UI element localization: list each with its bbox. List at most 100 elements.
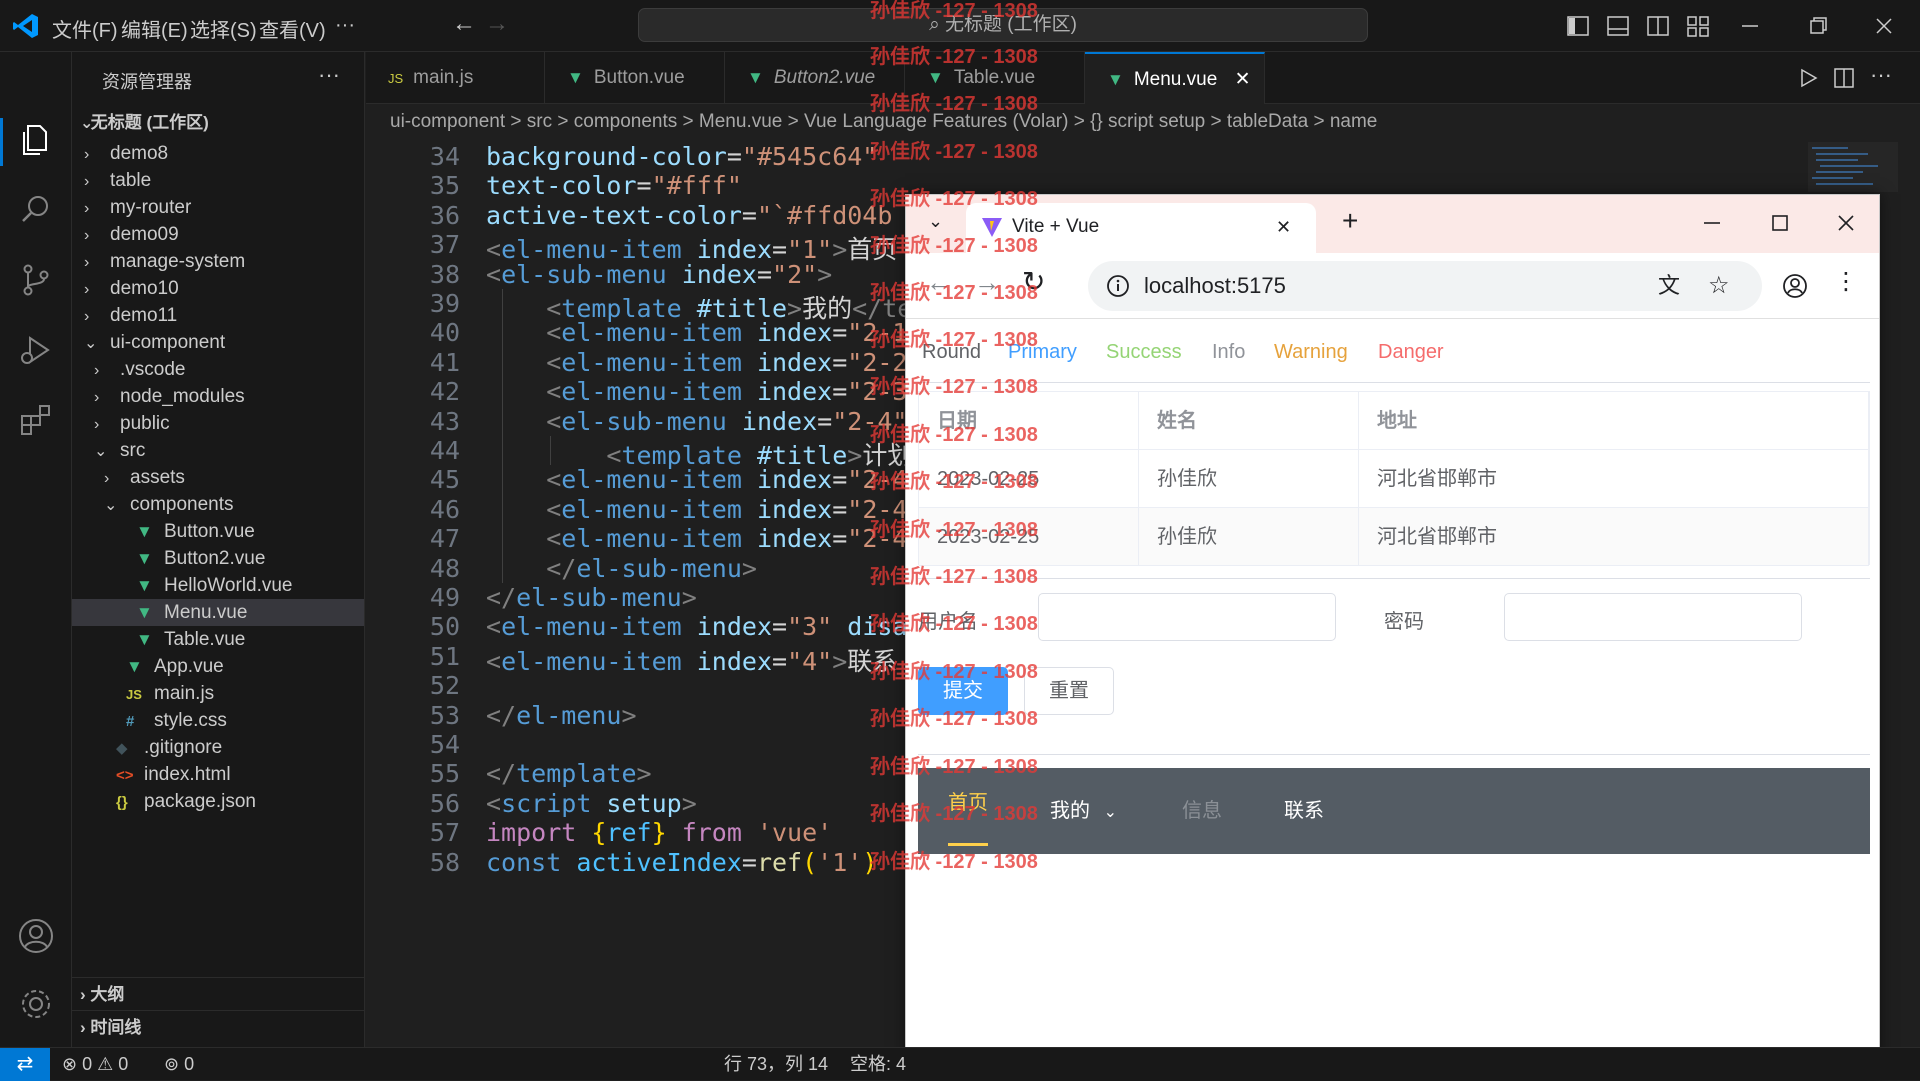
tab-main-js[interactable]: JS main.js	[366, 52, 545, 104]
tree-folder[interactable]: ⌄ src	[72, 437, 364, 464]
tree-folder[interactable]: ⌄ components	[72, 491, 364, 518]
forward-arrow-icon[interactable]: →	[485, 10, 509, 38]
code-line[interactable]: </el-sub-menu>	[486, 554, 757, 583]
workspace-header[interactable]: ⌄ 无标题 (工作区)	[72, 106, 364, 139]
username-input[interactable]	[1038, 593, 1336, 641]
remote-indicator-icon[interactable]: ⇄	[0, 1048, 50, 1081]
warning-button[interactable]: Warning	[1274, 341, 1348, 364]
code-line[interactable]: <el-menu-item index="2-2	[486, 348, 906, 377]
ports-indicator[interactable]: ⊚ 0	[164, 1048, 194, 1080]
tree-folder[interactable]: › public	[72, 410, 364, 437]
outline-section[interactable]: › 大纲	[72, 977, 364, 1010]
translate-icon[interactable]: 文	[1658, 261, 1680, 311]
tree-file[interactable]: ▼ App.vue	[72, 653, 364, 680]
close-tab-icon[interactable]: ✕	[1235, 69, 1251, 90]
tree-folder[interactable]: › node_modules	[72, 383, 364, 410]
bookmark-star-icon[interactable]: ☆	[1708, 261, 1730, 311]
code-line[interactable]: text-color="#fff"	[486, 171, 742, 200]
tree-folder[interactable]: › manage-system	[72, 248, 364, 275]
customize-layout-icon[interactable]	[1686, 14, 1710, 38]
tree-folder[interactable]: › demo10	[72, 275, 364, 302]
menu-selection[interactable]: 选择(S)	[190, 14, 257, 43]
menu-edit[interactable]: 编辑(E)	[121, 14, 188, 43]
menu-file[interactable]: 文件(F)	[52, 14, 118, 43]
danger-button[interactable]: Danger	[1378, 341, 1444, 364]
code-line[interactable]: <el-menu-item index="2-4	[486, 465, 906, 494]
menu-item-mine[interactable]: 我的 ⌄	[1050, 768, 1117, 854]
code-line[interactable]: </el-menu>	[486, 701, 637, 730]
site-info-icon[interactable]	[1106, 274, 1130, 298]
cursor-position[interactable]: 行 73，列 14	[724, 1048, 828, 1080]
tree-file[interactable]: <> index.html	[72, 761, 364, 788]
tab-button-vue[interactable]: ▼ Button.vue	[545, 52, 725, 104]
new-tab-plus-icon[interactable]: +	[1342, 205, 1358, 237]
success-button[interactable]: Success	[1106, 341, 1182, 364]
account-icon[interactable]	[16, 916, 56, 956]
tree-folder[interactable]: › my-router	[72, 194, 364, 221]
profile-icon[interactable]	[1782, 273, 1808, 299]
tree-folder[interactable]: › demo11	[72, 302, 364, 329]
run-icon[interactable]	[1796, 66, 1820, 90]
tree-file[interactable]: # style.css	[72, 707, 364, 734]
menu-more[interactable]: ···	[335, 14, 355, 37]
menu-view[interactable]: 查看(V)	[259, 14, 326, 43]
problems-indicator[interactable]: ⊗ 0 ⚠ 0	[62, 1048, 128, 1080]
tree-folder[interactable]: › demo8	[72, 140, 364, 167]
tree-file[interactable]: JS main.js	[72, 680, 364, 707]
code-line[interactable]: <script setup>	[486, 789, 697, 818]
extensions-icon[interactable]	[16, 400, 56, 440]
search-icon[interactable]	[16, 190, 56, 230]
tree-file[interactable]: ▼ Button2.vue	[72, 545, 364, 572]
code-line[interactable]: background-color="#545c64"	[486, 142, 877, 171]
toggle-secondary-sidebar-icon[interactable]	[1646, 14, 1670, 38]
explorer-icon[interactable]	[16, 120, 56, 160]
timeline-section[interactable]: › 时间线	[72, 1010, 364, 1043]
code-line[interactable]: <el-sub-menu index="2-4"	[486, 407, 906, 436]
indentation[interactable]: 空格: 4	[850, 1048, 906, 1080]
menu-item-contact[interactable]: 联系	[1284, 768, 1324, 854]
address-bar[interactable]: localhost:5175 文 ☆	[1088, 261, 1762, 311]
back-arrow-icon[interactable]: ←	[452, 10, 476, 38]
toggle-panel-icon[interactable]	[1606, 14, 1630, 38]
tree-file[interactable]: ▼ Table.vue	[72, 626, 364, 653]
code-line[interactable]: <el-menu-item index="2-1	[486, 318, 906, 347]
code-editor[interactable]: 34 background-color="#545c64" 35 text-color…	[366, 142, 906, 1047]
more-actions-icon[interactable]: ···	[1870, 62, 1892, 88]
code-line[interactable]: </template>	[486, 759, 652, 788]
browser-maximize-icon[interactable]	[1770, 213, 1790, 233]
browser-close-icon[interactable]	[1836, 213, 1856, 233]
code-line[interactable]: const activeIndex=ref('1')	[486, 848, 877, 877]
minimize-icon[interactable]	[1738, 14, 1762, 38]
tree-file[interactable]: ▼ Menu.vue	[72, 599, 364, 626]
code-line[interactable]: <el-menu-item index="3" disa	[486, 612, 906, 641]
tree-file[interactable]: ◆ .gitignore	[72, 734, 364, 761]
tree-file[interactable]: ▼ HelloWorld.vue	[72, 572, 364, 599]
close-window-icon[interactable]	[1872, 14, 1896, 38]
code-line[interactable]: active-text-color="`#ffd04b	[486, 201, 892, 230]
run-debug-icon[interactable]	[16, 330, 56, 370]
toggle-primary-sidebar-icon[interactable]	[1566, 14, 1590, 38]
tree-file[interactable]: ▼ Button.vue	[72, 518, 364, 545]
code-line[interactable]: <el-menu-item index="2-4	[486, 524, 906, 553]
tree-file[interactable]: {} package.json	[72, 788, 364, 815]
settings-gear-icon[interactable]	[16, 984, 56, 1024]
tree-folder[interactable]: › .vscode	[72, 356, 364, 383]
tree-folder[interactable]: › table	[72, 167, 364, 194]
breadcrumb[interactable]: ui-component > src > components > Menu.v…	[366, 104, 1920, 142]
more-actions-icon[interactable]: ···	[318, 62, 340, 88]
code-line[interactable]: <el-sub-menu index="2">	[486, 260, 832, 289]
code-line[interactable]: </el-sub-menu>	[486, 583, 697, 612]
code-line[interactable]: import {ref} from 'vue'	[486, 818, 832, 847]
split-editor-icon[interactable]	[1832, 66, 1856, 90]
tree-folder[interactable]: ⌄ ui-component	[72, 329, 364, 356]
browser-menu-icon[interactable]: ⋮	[1834, 267, 1858, 296]
code-line[interactable]: <el-menu-item index="2-3	[486, 377, 906, 406]
info-button[interactable]: Info	[1212, 341, 1245, 364]
source-control-icon[interactable]	[16, 260, 56, 300]
browser-minimize-icon[interactable]	[1702, 213, 1722, 233]
restore-icon[interactable]	[1806, 14, 1830, 38]
close-tab-icon[interactable]: ✕	[1276, 203, 1291, 251]
password-input[interactable]	[1504, 593, 1802, 641]
tab-menu-vue[interactable]: ▼ Menu.vue ✕	[1085, 52, 1265, 104]
tree-folder[interactable]: › assets	[72, 464, 364, 491]
